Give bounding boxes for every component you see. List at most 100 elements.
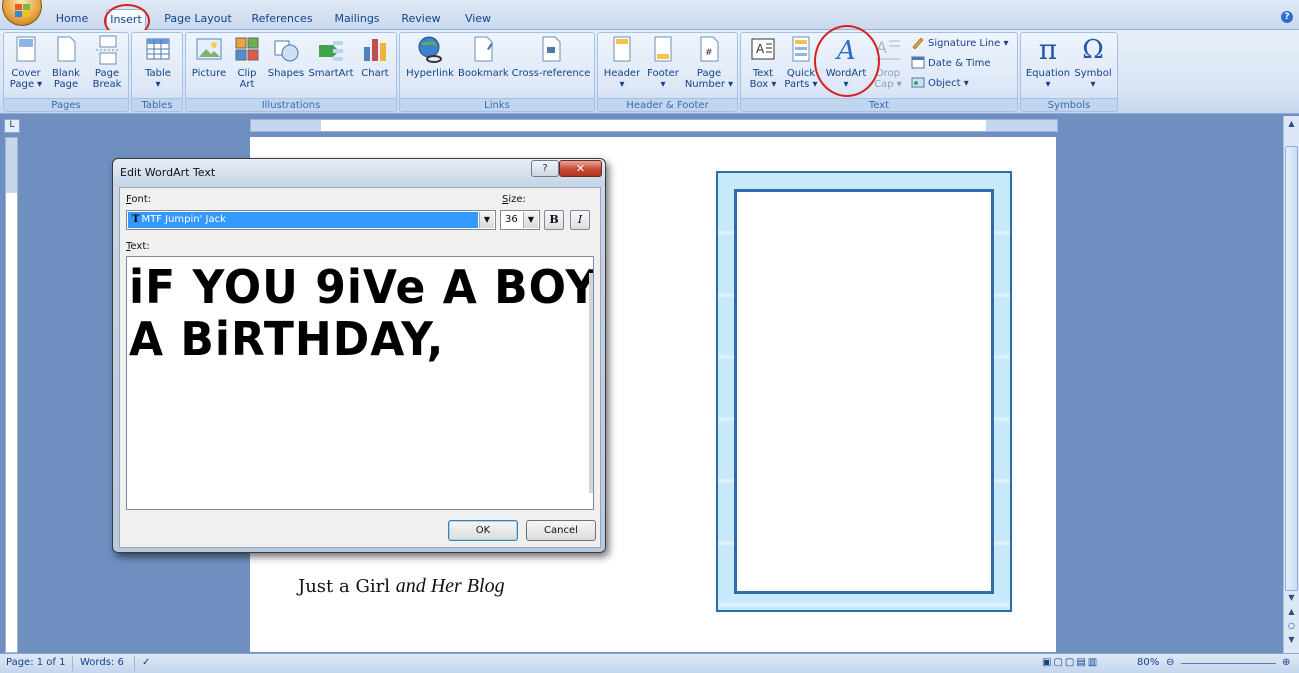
smartart-icon xyxy=(317,35,345,65)
scroll-down-icon[interactable]: ▼ xyxy=(1286,592,1297,603)
wordart-dropdown-icon: ▾ xyxy=(843,79,849,90)
group-header-footer-label: Header & Footer xyxy=(598,98,737,111)
text-box-label: Text xyxy=(752,68,774,79)
edit-wordart-dialog: Edit WordArt Text ? ✕ Font: T MTF Jumpin'… xyxy=(112,158,606,553)
tab-page-layout[interactable]: Page Layout xyxy=(162,9,234,30)
quick-parts-button[interactable]: Quick Parts ▾ xyxy=(783,35,819,90)
smartart-label: SmartArt xyxy=(308,68,354,79)
clip-art-button[interactable]: Clip Art xyxy=(232,35,262,90)
page-break-button[interactable]: Page Break xyxy=(88,35,126,90)
proofing-icon[interactable]: ✓ xyxy=(142,657,150,668)
bold-button[interactable]: B xyxy=(544,210,564,230)
bookmark-button[interactable]: Bookmark xyxy=(458,35,509,79)
bookmark-icon xyxy=(469,35,497,65)
italic-button[interactable]: I xyxy=(570,210,590,230)
font-selected-value: T MTF Jumpin' Jack xyxy=(128,212,478,228)
zoom-level[interactable]: 80% xyxy=(1137,657,1159,668)
tab-references[interactable]: References xyxy=(248,9,316,30)
shapes-button[interactable]: Shapes xyxy=(266,35,306,79)
dialog-body: Font: T MTF Jumpin' Jack ▼ Size: 36 ▼ B I… xyxy=(119,187,601,548)
size-value: 36 xyxy=(505,214,518,225)
hyperlink-button[interactable]: Hyperlink xyxy=(404,35,456,79)
symbol-dropdown-icon: ▾ xyxy=(1090,79,1096,90)
date-time-button[interactable]: Date & Time xyxy=(911,55,991,73)
font-select[interactable]: T MTF Jumpin' Jack ▼ xyxy=(126,210,496,230)
zoom-slider[interactable] xyxy=(1181,663,1276,664)
group-tables: Table ▾ Tables xyxy=(131,32,183,112)
picture-button[interactable]: Picture xyxy=(190,35,228,79)
next-page-icon[interactable]: ▼ xyxy=(1286,634,1297,645)
dialog-titlebar[interactable]: Edit WordArt Text ? ✕ xyxy=(113,159,605,185)
vertical-ruler[interactable] xyxy=(5,137,18,653)
omega-icon: Ω xyxy=(1082,35,1104,65)
dialog-help-button[interactable]: ? xyxy=(531,160,559,177)
office-logo-icon xyxy=(15,4,31,18)
blank-page-label: Blank xyxy=(52,68,80,79)
tab-review[interactable]: Review xyxy=(398,9,444,30)
size-select[interactable]: 36 ▼ xyxy=(500,210,540,230)
object-label: Object ▾ xyxy=(928,78,969,89)
svg-text:A: A xyxy=(835,36,856,65)
vertical-scrollbar[interactable]: ▲ ▼ ▲ ○ ▼ xyxy=(1283,116,1299,653)
font-dropdown-icon[interactable]: ▼ xyxy=(479,212,494,228)
decorative-frame-inner xyxy=(734,189,994,594)
dialog-close-button[interactable]: ✕ xyxy=(559,160,602,177)
status-bar: Page: 1 of 1 Words: 6 ✓ ▣▢▢▤▥ 80% ⊖ ⊕ xyxy=(0,653,1299,673)
view-buttons[interactable]: ▣▢▢▤▥ xyxy=(1042,657,1099,668)
group-links: Hyperlink Bookmark Cross-reference Links xyxy=(399,32,595,112)
tab-selector[interactable]: L xyxy=(4,119,20,133)
drop-cap-button[interactable]: A Drop Cap ▾ xyxy=(871,35,905,90)
zoom-out-icon[interactable]: ⊖ xyxy=(1166,657,1174,668)
cross-reference-button[interactable]: Cross-reference xyxy=(510,35,592,79)
tab-view[interactable]: View xyxy=(458,9,498,30)
footer-button[interactable]: Footer ▾ xyxy=(644,35,682,90)
object-button[interactable]: Object ▾ xyxy=(911,75,969,93)
table-button[interactable]: Table ▾ xyxy=(140,35,176,90)
group-pages-label: Pages xyxy=(4,98,128,111)
horizontal-ruler[interactable] xyxy=(250,119,1058,132)
text-box-icon: A xyxy=(749,35,777,65)
symbol-button[interactable]: Ω Symbol ▾ xyxy=(1073,35,1113,90)
wordart-button[interactable]: A WordArt ▾ xyxy=(821,35,871,90)
wordart-text-input[interactable]: iF YOU 9iVe A BOY A BiRTHDAY, xyxy=(126,256,594,510)
footer-icon xyxy=(649,35,677,65)
size-label: Size: xyxy=(502,194,526,205)
browse-object-icon[interactable]: ○ xyxy=(1286,620,1297,631)
group-symbols: π Equation ▾ Ω Symbol ▾ Symbols xyxy=(1020,32,1118,112)
page-number-button[interactable]: # Page Number ▾ xyxy=(684,35,734,90)
ruler-margin-top xyxy=(6,138,17,193)
blog-signature-part-1: Just a Girl xyxy=(298,576,390,597)
signature-line-button[interactable]: Signature Line ▾ xyxy=(911,35,1008,53)
blank-page-button[interactable]: Blank Page xyxy=(48,35,84,90)
scroll-thumb[interactable] xyxy=(1285,146,1298,591)
status-separator xyxy=(72,656,73,671)
tab-mailings[interactable]: Mailings xyxy=(330,9,384,30)
office-button[interactable] xyxy=(2,0,42,26)
group-illustrations: Picture Clip Art Shapes SmartArt Chart I… xyxy=(185,32,397,112)
zoom-in-icon[interactable]: ⊕ xyxy=(1282,657,1290,668)
text-scrollbar[interactable] xyxy=(589,273,593,493)
tab-insert[interactable]: Insert xyxy=(106,9,146,30)
wordart-text-line-2: A BiRTHDAY, xyxy=(129,313,445,367)
text-box-label-2: Box ▾ xyxy=(749,79,777,90)
smartart-button[interactable]: SmartArt xyxy=(308,35,354,79)
cancel-button[interactable]: Cancel xyxy=(526,520,596,541)
equation-button[interactable]: π Equation ▾ xyxy=(1025,35,1071,91)
previous-page-icon[interactable]: ▲ xyxy=(1286,606,1297,617)
signature-pen-icon xyxy=(911,35,925,50)
footer-label: Footer xyxy=(647,68,679,79)
page-break-label: Page xyxy=(94,68,120,79)
size-dropdown-icon[interactable]: ▼ xyxy=(523,212,538,228)
chart-icon xyxy=(361,35,389,65)
word-count[interactable]: Words: 6 xyxy=(80,657,124,668)
text-box-button[interactable]: A Text Box ▾ xyxy=(745,35,781,90)
tab-home[interactable]: Home xyxy=(52,9,92,30)
table-dropdown-icon: ▾ xyxy=(155,79,161,90)
chart-button[interactable]: Chart xyxy=(358,35,392,79)
help-icon[interactable]: ? xyxy=(1281,11,1293,23)
ok-button[interactable]: OK xyxy=(448,520,518,541)
scroll-up-icon[interactable]: ▲ xyxy=(1286,118,1297,129)
page-count[interactable]: Page: 1 of 1 xyxy=(6,657,65,668)
cover-page-button[interactable]: Cover Page ▾ xyxy=(8,35,44,90)
header-button[interactable]: Header ▾ xyxy=(602,35,642,90)
